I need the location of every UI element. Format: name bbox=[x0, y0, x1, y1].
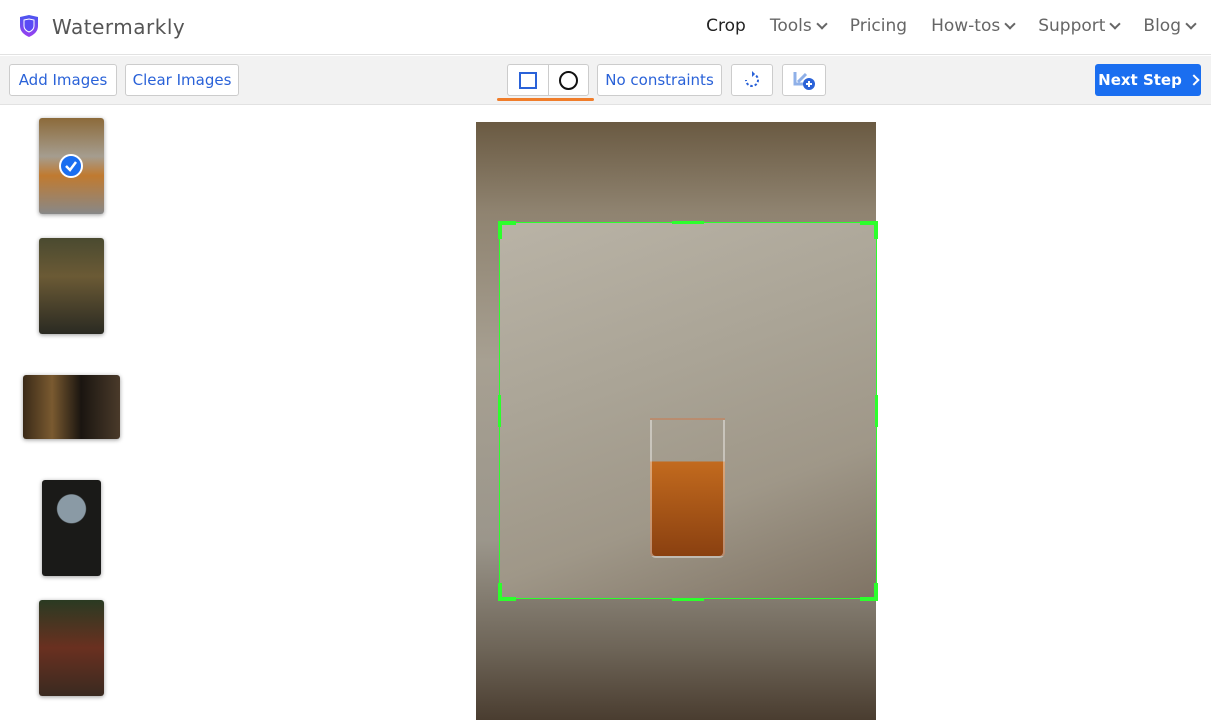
nav-tools[interactable]: Tools bbox=[769, 16, 828, 36]
crop-handle-br-v[interactable] bbox=[874, 583, 878, 601]
nav-label: How-tos bbox=[931, 16, 1001, 36]
next-step-label: Next Step bbox=[1098, 71, 1182, 89]
circle-shape-button[interactable] bbox=[547, 65, 589, 95]
add-crop-image-button[interactable] bbox=[782, 64, 826, 96]
square-icon bbox=[518, 71, 537, 89]
crop-area[interactable] bbox=[499, 222, 877, 599]
chevron-down-icon bbox=[1185, 18, 1197, 30]
clear-images-button[interactable]: Clear Images bbox=[125, 64, 239, 96]
rectangle-shape-button[interactable] bbox=[508, 65, 548, 95]
crop-handle-top[interactable] bbox=[672, 221, 704, 224]
nav-crop[interactable]: Crop bbox=[706, 16, 746, 36]
crop-handle-tl-v[interactable] bbox=[498, 221, 502, 239]
rotate-button[interactable] bbox=[731, 64, 773, 96]
thumbnail-5[interactable] bbox=[39, 600, 104, 696]
add-images-button[interactable]: Add Images bbox=[9, 64, 117, 96]
nav-label: Blog bbox=[1143, 16, 1181, 36]
crop-handle-bl-v[interactable] bbox=[498, 583, 502, 601]
shield-logo-icon[interactable] bbox=[18, 14, 40, 38]
thumbnail-4[interactable] bbox=[42, 480, 101, 576]
image-add-icon bbox=[793, 72, 815, 90]
chevron-right-icon bbox=[1188, 74, 1200, 86]
circle-icon bbox=[558, 70, 578, 90]
rotate-icon bbox=[745, 71, 759, 87]
crop-handle-left[interactable] bbox=[498, 395, 501, 427]
nav-blog[interactable]: Blog bbox=[1143, 16, 1197, 36]
thumbnail-3[interactable] bbox=[23, 375, 120, 439]
selected-shape-indicator bbox=[497, 98, 594, 101]
crop-handle-right[interactable] bbox=[875, 395, 878, 427]
nav-support[interactable]: Support bbox=[1038, 16, 1122, 36]
nav-how-tos[interactable]: How-tos bbox=[931, 16, 1016, 36]
crop-handle-tr-v[interactable] bbox=[874, 221, 878, 239]
nav-pricing[interactable]: Pricing bbox=[850, 16, 907, 36]
header: Watermarkly Crop Tools Pricing How-tos S… bbox=[0, 0, 1211, 55]
crop-handle-bottom[interactable] bbox=[672, 598, 704, 601]
nav-label: Tools bbox=[769, 16, 812, 36]
crop-shape-toggle bbox=[507, 64, 589, 96]
aspect-ratio-button[interactable]: No constraints bbox=[597, 64, 722, 96]
next-step-button[interactable]: Next Step bbox=[1095, 64, 1201, 96]
main-nav: Crop Tools Pricing How-tos Support Blog bbox=[706, 16, 1197, 36]
thumbnail-2[interactable] bbox=[39, 238, 104, 334]
brand-name[interactable]: Watermarkly bbox=[52, 15, 185, 39]
glass-drink bbox=[650, 418, 725, 558]
thumbnail-1[interactable] bbox=[39, 118, 104, 214]
toolbar: Add Images Clear Images No constraints N… bbox=[0, 56, 1211, 105]
chevron-down-icon bbox=[1004, 18, 1016, 30]
chevron-down-icon bbox=[1109, 18, 1122, 30]
chevron-down-icon bbox=[816, 18, 828, 30]
nav-label: Support bbox=[1038, 16, 1106, 36]
selected-check-icon bbox=[59, 154, 83, 178]
